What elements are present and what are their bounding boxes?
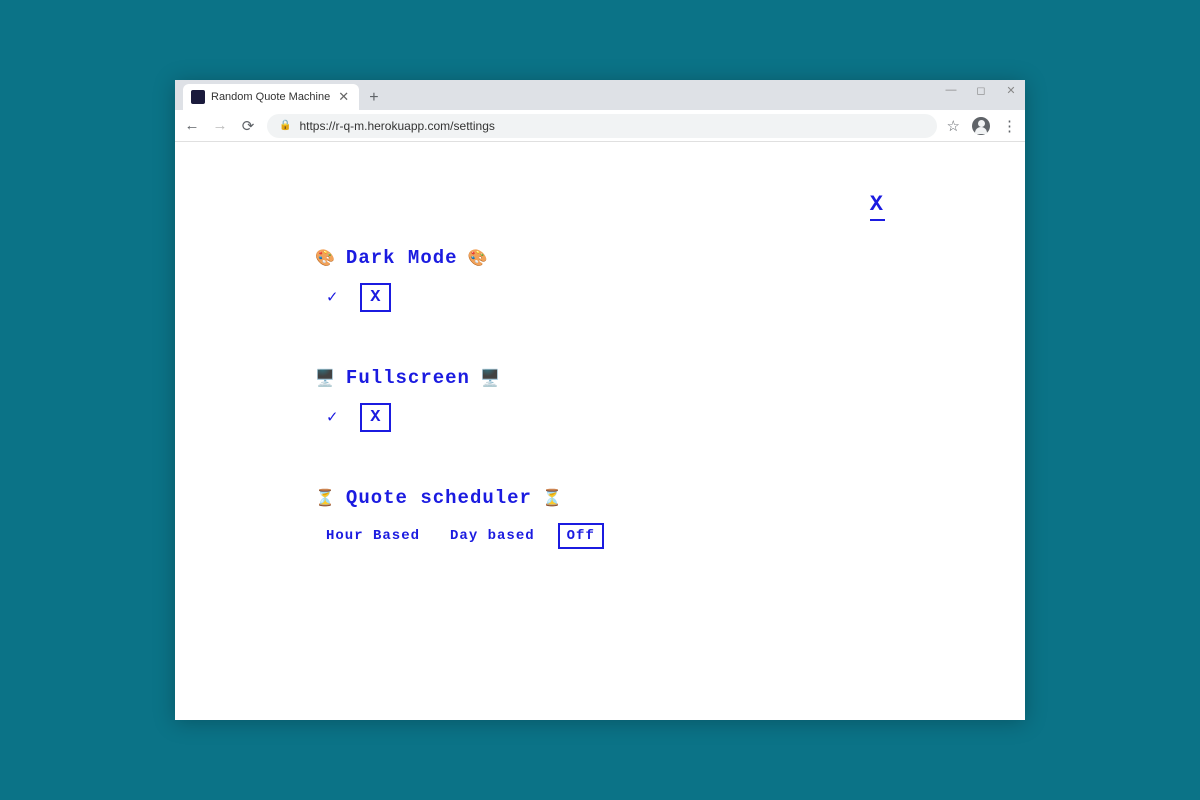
section-scheduler: ⏳ Quote scheduler ⏳ Hour Based Day based… bbox=[315, 487, 1025, 549]
scheduler-options: Hour Based Day based Off bbox=[319, 523, 1025, 549]
dark-mode-toggle: ✓ X bbox=[319, 283, 1025, 312]
kebab-menu-icon[interactable]: ⋮ bbox=[1002, 117, 1017, 135]
address-right: ☆ ⋮ bbox=[947, 117, 1017, 135]
page-content: X 🎨 Dark Mode 🎨 ✓ X 🖥️ Fullscreen 🖥️ bbox=[175, 142, 1025, 720]
section-dark-mode: 🎨 Dark Mode 🎨 ✓ X bbox=[315, 247, 1025, 312]
profile-avatar-icon[interactable] bbox=[972, 117, 990, 135]
dark-mode-on-button[interactable]: ✓ bbox=[319, 284, 346, 311]
nav-back-icon[interactable]: ← bbox=[183, 117, 201, 134]
window-maximize[interactable]: ◻ bbox=[973, 84, 989, 97]
window-close[interactable]: ✕ bbox=[1003, 84, 1019, 97]
window-minimize[interactable]: — bbox=[943, 84, 959, 97]
dark-mode-title: 🎨 Dark Mode 🎨 bbox=[315, 247, 1025, 269]
palette-icon: 🎨 bbox=[468, 248, 489, 268]
hourglass-icon: ⏳ bbox=[542, 488, 563, 508]
palette-icon: 🎨 bbox=[315, 248, 336, 268]
close-settings-button[interactable]: X bbox=[870, 192, 885, 221]
browser-tab[interactable]: Random Quote Machine ✕ bbox=[183, 84, 359, 110]
fullscreen-on-button[interactable]: ✓ bbox=[319, 404, 346, 431]
favicon-icon bbox=[191, 90, 205, 104]
browser-window: — ◻ ✕ Random Quote Machine ✕ + ← → ⟳ 🔒 h… bbox=[175, 80, 1025, 720]
window-controls: — ◻ ✕ bbox=[943, 84, 1019, 97]
tab-bar: Random Quote Machine ✕ + bbox=[175, 80, 1025, 110]
new-tab-button[interactable]: + bbox=[359, 86, 389, 110]
fullscreen-off-button[interactable]: X bbox=[360, 403, 391, 432]
nav-reload-icon[interactable]: ⟳ bbox=[239, 117, 257, 135]
section-fullscreen: 🖥️ Fullscreen 🖥️ ✓ X bbox=[315, 367, 1025, 432]
fullscreen-label: Fullscreen bbox=[346, 367, 470, 389]
settings-panel: 🎨 Dark Mode 🎨 ✓ X 🖥️ Fullscreen 🖥️ ✓ bbox=[315, 247, 1025, 549]
scheduler-off-option[interactable]: Off bbox=[558, 523, 604, 549]
dark-mode-label: Dark Mode bbox=[346, 247, 458, 269]
url-text: https://r-q-m.herokuapp.com/settings bbox=[299, 119, 494, 133]
address-bar: ← → ⟳ 🔒 https://r-q-m.herokuapp.com/sett… bbox=[175, 110, 1025, 142]
bookmark-star-icon[interactable]: ☆ bbox=[947, 117, 960, 135]
fullscreen-toggle: ✓ X bbox=[319, 403, 1025, 432]
scheduler-day-option[interactable]: Day based bbox=[443, 525, 542, 547]
monitor-icon: 🖥️ bbox=[315, 368, 336, 388]
scheduler-title: ⏳ Quote scheduler ⏳ bbox=[315, 487, 1025, 509]
fullscreen-title: 🖥️ Fullscreen 🖥️ bbox=[315, 367, 1025, 389]
lock-icon: 🔒 bbox=[279, 120, 291, 131]
url-input[interactable]: 🔒 https://r-q-m.herokuapp.com/settings bbox=[267, 114, 937, 138]
monitor-icon: 🖥️ bbox=[480, 368, 501, 388]
tab-title: Random Quote Machine bbox=[211, 91, 330, 103]
hourglass-icon: ⏳ bbox=[315, 488, 336, 508]
tab-close-icon[interactable]: ✕ bbox=[336, 89, 351, 105]
nav-forward-icon[interactable]: → bbox=[211, 117, 229, 134]
dark-mode-off-button[interactable]: X bbox=[360, 283, 391, 312]
scheduler-label: Quote scheduler bbox=[346, 487, 532, 509]
scheduler-hour-option[interactable]: Hour Based bbox=[319, 525, 427, 547]
